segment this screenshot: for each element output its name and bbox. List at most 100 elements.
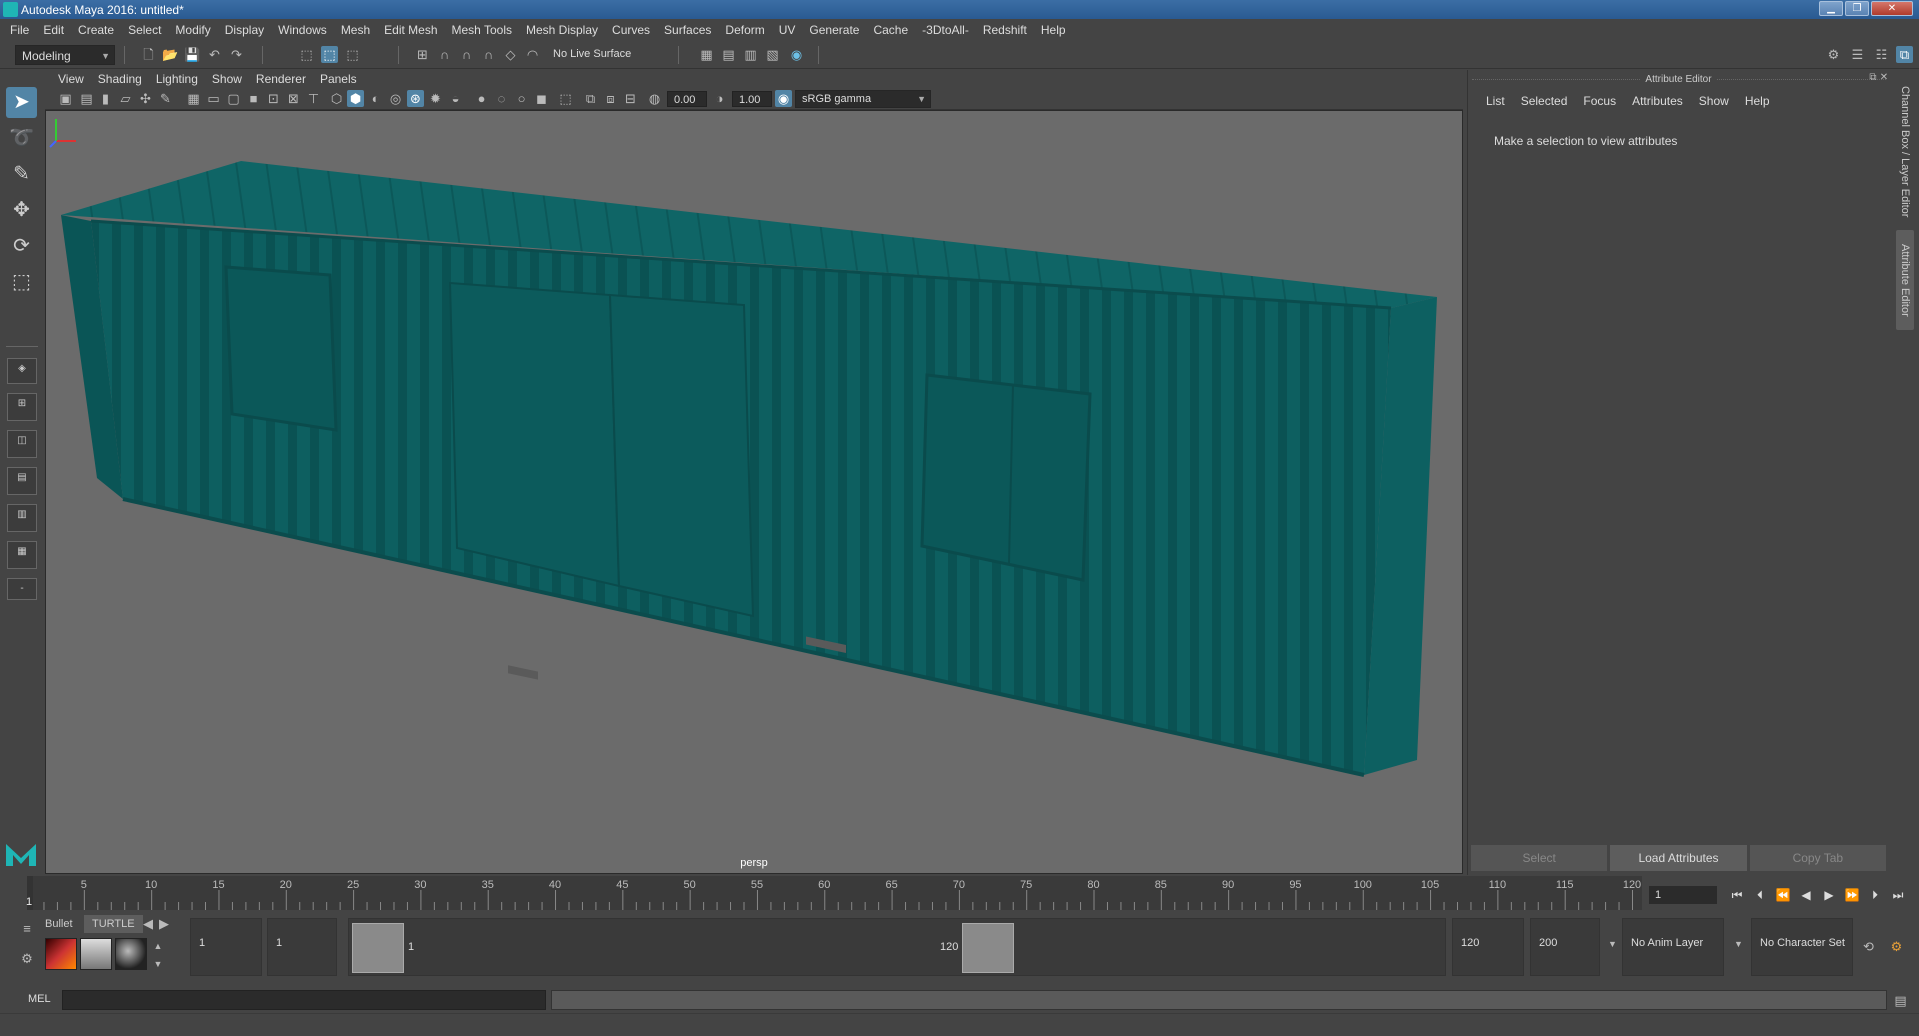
menu-windows[interactable]: Windows (271, 19, 334, 41)
xray-icon[interactable]: ⧉ (582, 90, 599, 107)
turtle-bake-icon[interactable] (80, 938, 112, 970)
rotate-tool-icon[interactable]: ⟳ (6, 231, 37, 262)
select-button[interactable]: Select (1471, 845, 1608, 871)
menu-surfaces[interactable]: Surfaces (657, 19, 718, 41)
open-scene-icon[interactable]: 📂 (162, 46, 179, 63)
isolate-select-icon[interactable]: ⬚ (557, 90, 574, 107)
select-object-icon[interactable]: ⬚ (321, 46, 338, 63)
snap-surface-icon[interactable]: ◇ (502, 46, 519, 63)
undo-icon[interactable]: ↶ (206, 46, 223, 63)
menu-deform[interactable]: Deform (718, 19, 771, 41)
xray-components-icon[interactable]: ⊟ (622, 90, 639, 107)
viewport-menu-panels[interactable]: Panels (313, 72, 364, 86)
depth-of-field-icon[interactable]: ◼ (533, 90, 550, 107)
channel-box-icon[interactable]: ⧉ (1896, 46, 1913, 63)
close-panel-icon[interactable]: ✕ (1878, 72, 1890, 84)
go-to-end-icon[interactable]: ⏭ (1889, 886, 1907, 904)
paint-select-tool-icon[interactable]: ✎ (6, 159, 37, 190)
single-perspective-layout-icon[interactable]: ◈ (7, 358, 37, 384)
ipr-render-icon[interactable]: ▥ (742, 46, 759, 63)
chevron-left-icon[interactable]: ◀ (142, 915, 154, 932)
lasso-tool-icon[interactable]: ➰ (6, 123, 37, 154)
view-transform-dropdown[interactable]: sRGB gamma ▼ (795, 90, 931, 108)
menu-edit-mesh[interactable]: Edit Mesh (377, 19, 444, 41)
render-current-icon[interactable]: ▤ (720, 46, 737, 63)
menu-edit[interactable]: Edit (36, 19, 71, 41)
hypershade-icon[interactable]: ◉ (788, 46, 805, 63)
menu-modify[interactable]: Modify (168, 19, 217, 41)
shadows-icon[interactable]: ◒ (447, 90, 464, 107)
anti-aliasing-icon[interactable]: ○ (513, 90, 530, 107)
playback-range-slider[interactable]: 1 120 (348, 918, 1446, 976)
viewport-menu-show[interactable]: Show (205, 72, 249, 86)
image-plane-icon[interactable]: ▱ (117, 90, 134, 107)
live-surface-label[interactable]: No Live Surface (553, 48, 631, 60)
shelf-settings-icon[interactable]: ⚙ (20, 950, 34, 967)
turtle-surface-icon[interactable] (115, 938, 147, 970)
shelf-tab-bullet[interactable]: Bullet (37, 915, 81, 933)
play-forwards-icon[interactable]: ▶ (1820, 886, 1838, 904)
maximize-button[interactable]: ❐ (1845, 1, 1869, 16)
turtle-render-icon[interactable] (45, 938, 77, 970)
bookmark-icon[interactable]: ▮ (97, 90, 114, 107)
xray-joints-icon[interactable]: ⧈ (602, 90, 619, 107)
attr-menu-list[interactable]: List (1478, 94, 1513, 108)
tab-channel-box[interactable]: Channel Box / Layer Editor (1896, 82, 1914, 222)
menu-uv[interactable]: UV (772, 19, 803, 41)
menu-mesh-display[interactable]: Mesh Display (519, 19, 605, 41)
menu-display[interactable]: Display (218, 19, 271, 41)
tab-attribute-editor[interactable]: Attribute Editor (1896, 230, 1914, 330)
step-forward-frame-icon[interactable]: ⏵ (1866, 886, 1884, 904)
current-frame-field[interactable]: 1 (1649, 886, 1717, 904)
smooth-shade-icon[interactable]: ⬢ (347, 90, 364, 107)
perspective-graph-hypershade-layout-icon[interactable]: ▦ (7, 541, 37, 569)
range-end-handle[interactable] (962, 923, 1014, 973)
scroll-up-icon[interactable]: ▲ (152, 938, 164, 955)
script-editor-icon[interactable]: ▤ (1892, 992, 1909, 1009)
attr-menu-attributes[interactable]: Attributes (1624, 94, 1691, 108)
command-input[interactable] (62, 990, 546, 1010)
gamma-field[interactable]: 1.00 (732, 91, 772, 107)
wireframe-on-shaded-icon[interactable]: ◎ (387, 90, 404, 107)
color-management-icon[interactable]: ◉ (775, 90, 792, 107)
camera-icon[interactable]: ▣ (57, 90, 74, 107)
menu-generate[interactable]: Generate (802, 19, 866, 41)
camera-attributes-icon[interactable]: ▤ (78, 90, 95, 107)
command-language-label[interactable]: MEL (28, 993, 51, 1005)
menu-redshift[interactable]: Redshift (976, 19, 1034, 41)
exposure-field[interactable]: 0.00 (667, 91, 707, 107)
side-by-side-layout-icon[interactable]: ◫ (7, 430, 37, 458)
attr-menu-selected[interactable]: Selected (1513, 94, 1576, 108)
container-model[interactable] (46, 111, 1463, 874)
menu-3dtoall[interactable]: -3DtoAll- (915, 19, 976, 41)
viewport-menu-renderer[interactable]: Renderer (249, 72, 313, 86)
step-forward-key-icon[interactable]: ⏩ (1843, 886, 1861, 904)
attr-menu-focus[interactable]: Focus (1575, 94, 1624, 108)
save-scene-icon[interactable]: 💾 (184, 46, 201, 63)
minimize-button[interactable]: ▁ (1819, 1, 1843, 16)
scale-tool-icon[interactable]: ⬚ (6, 267, 37, 298)
attr-menu-help[interactable]: Help (1737, 94, 1778, 108)
menu-cache[interactable]: Cache (866, 19, 915, 41)
viewport-menu-shading[interactable]: Shading (91, 72, 149, 86)
grid-icon[interactable]: ▦ (185, 90, 202, 107)
snap-curve-icon[interactable]: ∩ (436, 46, 453, 63)
resolution-gate-icon[interactable]: ▢ (225, 90, 242, 107)
film-gate-icon[interactable]: ▭ (205, 90, 222, 107)
play-backwards-icon[interactable]: ◀ (1797, 886, 1815, 904)
use-default-material-icon[interactable]: ◐ (367, 90, 384, 107)
viewport-persp[interactable]: persp (45, 110, 1463, 874)
render-settings-icon[interactable]: ▦ (698, 46, 715, 63)
more-layouts-icon[interactable]: - (7, 578, 37, 600)
step-back-key-icon[interactable]: ⏪ (1774, 886, 1792, 904)
menu-help[interactable]: Help (1034, 19, 1073, 41)
attr-menu-show[interactable]: Show (1691, 94, 1737, 108)
four-view-layout-icon[interactable]: ⊞ (7, 393, 37, 421)
go-to-start-icon[interactable]: ⏮ (1728, 886, 1746, 904)
step-back-frame-icon[interactable]: ⏴ (1751, 886, 1769, 904)
render-view-icon[interactable]: ▧ (764, 46, 781, 63)
menu-select[interactable]: Select (121, 19, 168, 41)
perspective-outliner-layout-icon[interactable]: ▥ (7, 504, 37, 532)
ambient-occlusion-icon[interactable]: ● (473, 90, 490, 107)
viewport-menu-view[interactable]: View (51, 72, 91, 86)
